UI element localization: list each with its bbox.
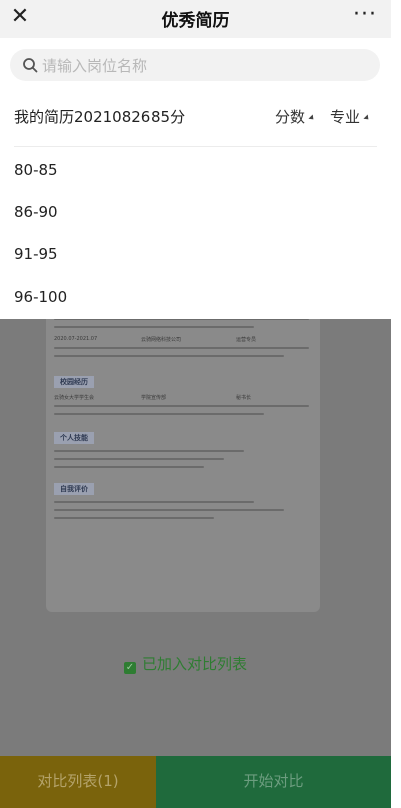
preview-text-line [54, 509, 284, 511]
resume-summary-row: 我的简历20210826 85分 分数 专业 [0, 100, 391, 140]
filter-panel: 请输入岗位名称 我的简历20210826 85分 分数 专业 80-85 86-… [0, 38, 391, 319]
preview-text-line [54, 458, 224, 460]
preview-text-line [54, 450, 244, 452]
added-label: 已加入对比列表 [142, 655, 248, 673]
right-edge [391, 0, 401, 808]
preview-job-period: 2020.07-2021.07 [54, 336, 98, 342]
preview-school-org: 云骑女大学学生会 [54, 395, 95, 401]
sort-triangle-icon [363, 113, 371, 122]
compare-list-button[interactable]: 对比列表(1) [0, 756, 156, 808]
preview-position: 运营专员 [236, 337, 257, 343]
sort-triangle-icon [308, 113, 316, 122]
preview-role: 秘书长 [236, 395, 252, 401]
top-nav-bar: ✕ 优秀简历 ··· [0, 0, 391, 38]
score-range-option[interactable]: 80-85 [14, 161, 58, 179]
resume-name: 我的简历20210826 [14, 108, 151, 126]
check-icon: ✓ [124, 662, 136, 674]
divider [14, 146, 377, 147]
sort-by-major[interactable]: 专业 [330, 106, 371, 127]
score-range-option[interactable]: 96-100 [14, 288, 67, 306]
more-icon[interactable]: ··· [353, 2, 377, 27]
preview-section-skills: 个人技能 [54, 432, 94, 444]
resume-preview-card[interactable]: 2020.07-2021.07 云骑网络科技公司 运营专员 校园经历 云骑女大学… [46, 290, 320, 612]
resume-score: 85分 [151, 108, 186, 126]
preview-text-line [54, 355, 284, 357]
score-range-option[interactable]: 86-90 [14, 203, 58, 221]
sort-major-label: 专业 [330, 108, 361, 126]
added-to-compare-status: ✓ 已加入对比列表 [124, 653, 247, 674]
search-input[interactable]: 请输入岗位名称 [10, 49, 380, 81]
sort-by-score[interactable]: 分数 [275, 106, 316, 127]
score-range-option[interactable]: 91-95 [14, 245, 58, 263]
sort-score-label: 分数 [275, 108, 306, 126]
page-title: 优秀简历 [161, 11, 230, 31]
start-compare-button[interactable]: 开始对比 [156, 756, 391, 808]
app-frame: 2020.07-2021.07 云骑网络科技公司 运营专员 校园经历 云骑女大学… [0, 0, 391, 808]
preview-text-line [54, 347, 309, 349]
preview-text-line [54, 405, 309, 407]
preview-text-line [54, 466, 204, 468]
preview-dept: 学院宣传部 [141, 395, 167, 401]
preview-text-line [54, 517, 214, 519]
preview-section-eval: 自我评价 [54, 483, 94, 495]
preview-text-line [54, 326, 254, 328]
search-icon [23, 58, 38, 73]
search-placeholder: 请输入岗位名称 [42, 57, 148, 75]
preview-section-campus: 校园经历 [54, 376, 94, 388]
preview-text-line [54, 501, 254, 503]
preview-company: 云骑网络科技公司 [141, 337, 182, 343]
preview-text-line [54, 413, 264, 415]
